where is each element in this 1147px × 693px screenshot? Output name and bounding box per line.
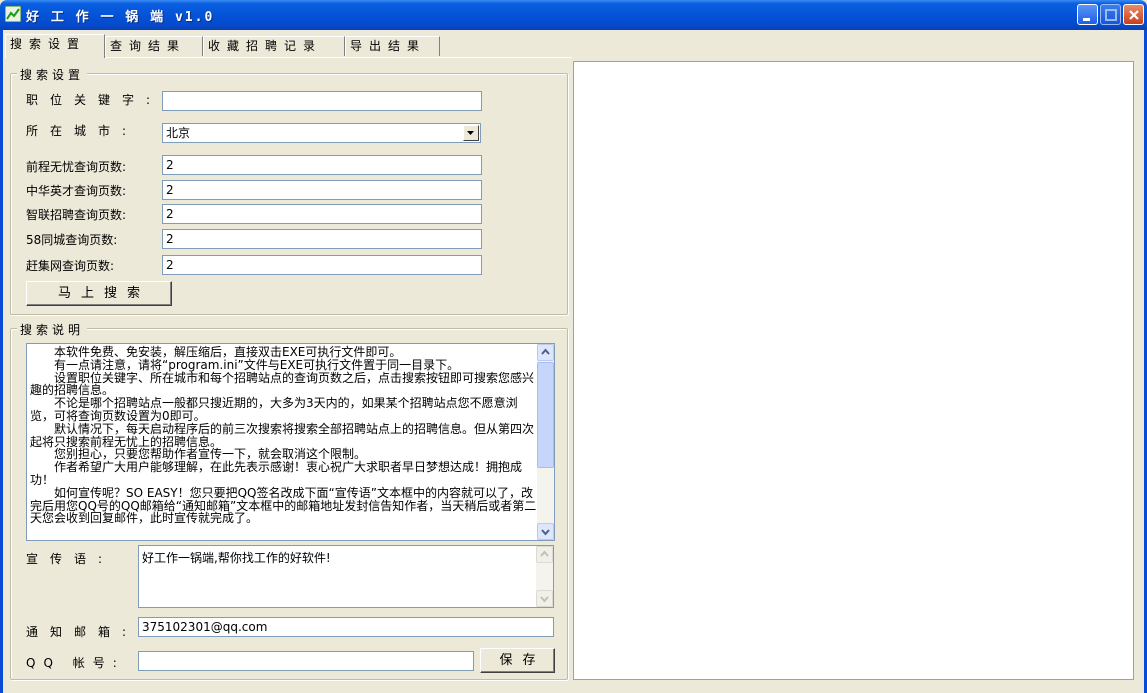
- search-settings-group: 搜索设置 职位关键字: 所在城市: 北京 前程无忧查询页数: 2 中华英才查询页…: [10, 66, 568, 315]
- slogan-scrollbar[interactable]: [536, 546, 553, 607]
- help-paragraph: 作者希望广大用户能够理解，在此先表示感谢！衷心祝广大求职者早日梦想达成！拥抱成功…: [30, 460, 523, 487]
- email-label: 通知邮箱:: [26, 625, 139, 639]
- dropdown-button[interactable]: [463, 125, 479, 141]
- site-label-ganji: 赶集网查询页数:: [26, 259, 115, 273]
- tab-export-results[interactable]: 导出结果: [345, 36, 440, 56]
- help-textarea[interactable]: 本软件免费、免安装，解压缩后，直接双击EXE可执行文件即可。 有一点请注意，请将…: [26, 343, 555, 541]
- maximize-icon: [1105, 9, 1117, 21]
- email-input[interactable]: 375102301@qq.com: [138, 617, 554, 637]
- slogan-textarea[interactable]: 好工作一锅端,帮你找工作的好软件!: [138, 545, 554, 608]
- slogan-text: 好工作一锅端,帮你找工作的好软件!: [142, 551, 331, 565]
- scroll-thumb[interactable]: [537, 362, 554, 468]
- search-now-button[interactable]: 马上搜索: [26, 281, 172, 306]
- save-button[interactable]: 保存: [480, 648, 555, 673]
- tab-saved-records[interactable]: 收藏招聘记录: [203, 36, 345, 56]
- scroll-down-button[interactable]: [537, 523, 554, 540]
- keyword-input[interactable]: [162, 91, 482, 111]
- pages-input-ganji[interactable]: 2: [162, 255, 482, 275]
- help-paragraph: 有一点请注意，请将“program.ini”文件与EXE可执行文件置于同一目录下…: [54, 357, 460, 372]
- help-paragraph: 默认情况下，每天启动程序后的前三次搜索将搜索全部招聘站点上的招聘信息。但从第四次…: [30, 421, 535, 449]
- city-select-value: 北京: [166, 126, 191, 140]
- help-paragraph: 本软件免费、免安装，解压缩后，直接双击EXE可执行文件即可。: [54, 345, 402, 359]
- results-panel[interactable]: [573, 61, 1134, 680]
- qq-input[interactable]: [138, 651, 474, 671]
- window-title: 好 工 作 一 锅 端 v1.0: [26, 10, 215, 25]
- tab-query-results[interactable]: 查询结果: [105, 36, 203, 56]
- tab-label: 导出结果: [350, 39, 427, 53]
- pages-input-chinahr[interactable]: 2: [162, 180, 482, 200]
- site-label-58: 58同城查询页数:: [26, 233, 118, 247]
- pages-input-58[interactable]: 2: [162, 229, 482, 249]
- tab-label: 搜索设置: [10, 37, 87, 51]
- help-text: 本软件免费、免安装，解压缩后，直接双击EXE可执行文件即可。 有一点请注意，请将…: [30, 346, 538, 525]
- scroll-up-button[interactable]: [537, 344, 554, 361]
- pages-input-zhaopin[interactable]: 2: [162, 204, 482, 224]
- scroll-up-button[interactable]: [536, 546, 553, 563]
- city-label: 所在城市:: [26, 124, 139, 138]
- city-select[interactable]: 北京: [162, 123, 481, 143]
- site-label-51job: 前程无忧查询页数:: [26, 160, 127, 174]
- scroll-down-button[interactable]: [536, 590, 553, 607]
- slogan-label: 宣传语:: [26, 552, 115, 566]
- close-button[interactable]: [1123, 4, 1144, 25]
- search-settings-title: 搜索设置: [17, 66, 88, 83]
- search-help-group: 搜索说明 本软件免费、免安装，解压缩后，直接双击EXE可执行文件即可。 有一点请…: [10, 321, 568, 680]
- search-help-title: 搜索说明: [17, 321, 88, 338]
- chevron-up-icon: [541, 348, 550, 355]
- help-scrollbar[interactable]: [537, 344, 554, 540]
- title-bar[interactable]: 好 工 作 一 锅 端 v1.0: [0, 0, 1147, 30]
- chevron-down-icon: [540, 596, 549, 603]
- app-icon: [5, 6, 21, 22]
- site-label-zhaopin: 智联招聘查询页数:: [26, 208, 127, 222]
- tab-search-settings[interactable]: 搜索设置: [5, 34, 105, 58]
- chevron-up-icon: [540, 550, 549, 557]
- tab-label: 收藏招聘记录: [208, 39, 323, 53]
- help-paragraph: 不论是哪个招聘站点一般都只搜近期的，大多为3天内的，如果某个招聘站点您不愿意浏览…: [30, 396, 518, 423]
- pages-input-51job[interactable]: 2: [162, 155, 482, 175]
- maximize-button[interactable]: [1100, 4, 1121, 25]
- minimize-icon: [1083, 18, 1090, 21]
- chevron-down-icon: [467, 131, 474, 135]
- window-frame-left: [0, 30, 3, 693]
- help-paragraph: 如何宣传呢？SO EASY！您只要把QQ签名改成下面“宣传语”文本框中的内容就可…: [30, 485, 537, 526]
- help-paragraph: 设置职位关键字、所在城市和每个招聘站点的查询页数之后，点击搜索按钮即可搜索您感兴…: [30, 370, 535, 398]
- qq-label: QQ 帐号:: [26, 656, 125, 670]
- minimize-button[interactable]: [1077, 4, 1098, 25]
- chevron-down-icon: [541, 529, 550, 536]
- site-label-chinahr: 中华英才查询页数:: [26, 184, 127, 198]
- keyword-label: 职位关键字:: [26, 93, 163, 107]
- tab-label: 查询结果: [110, 39, 187, 53]
- close-icon: [1129, 10, 1139, 20]
